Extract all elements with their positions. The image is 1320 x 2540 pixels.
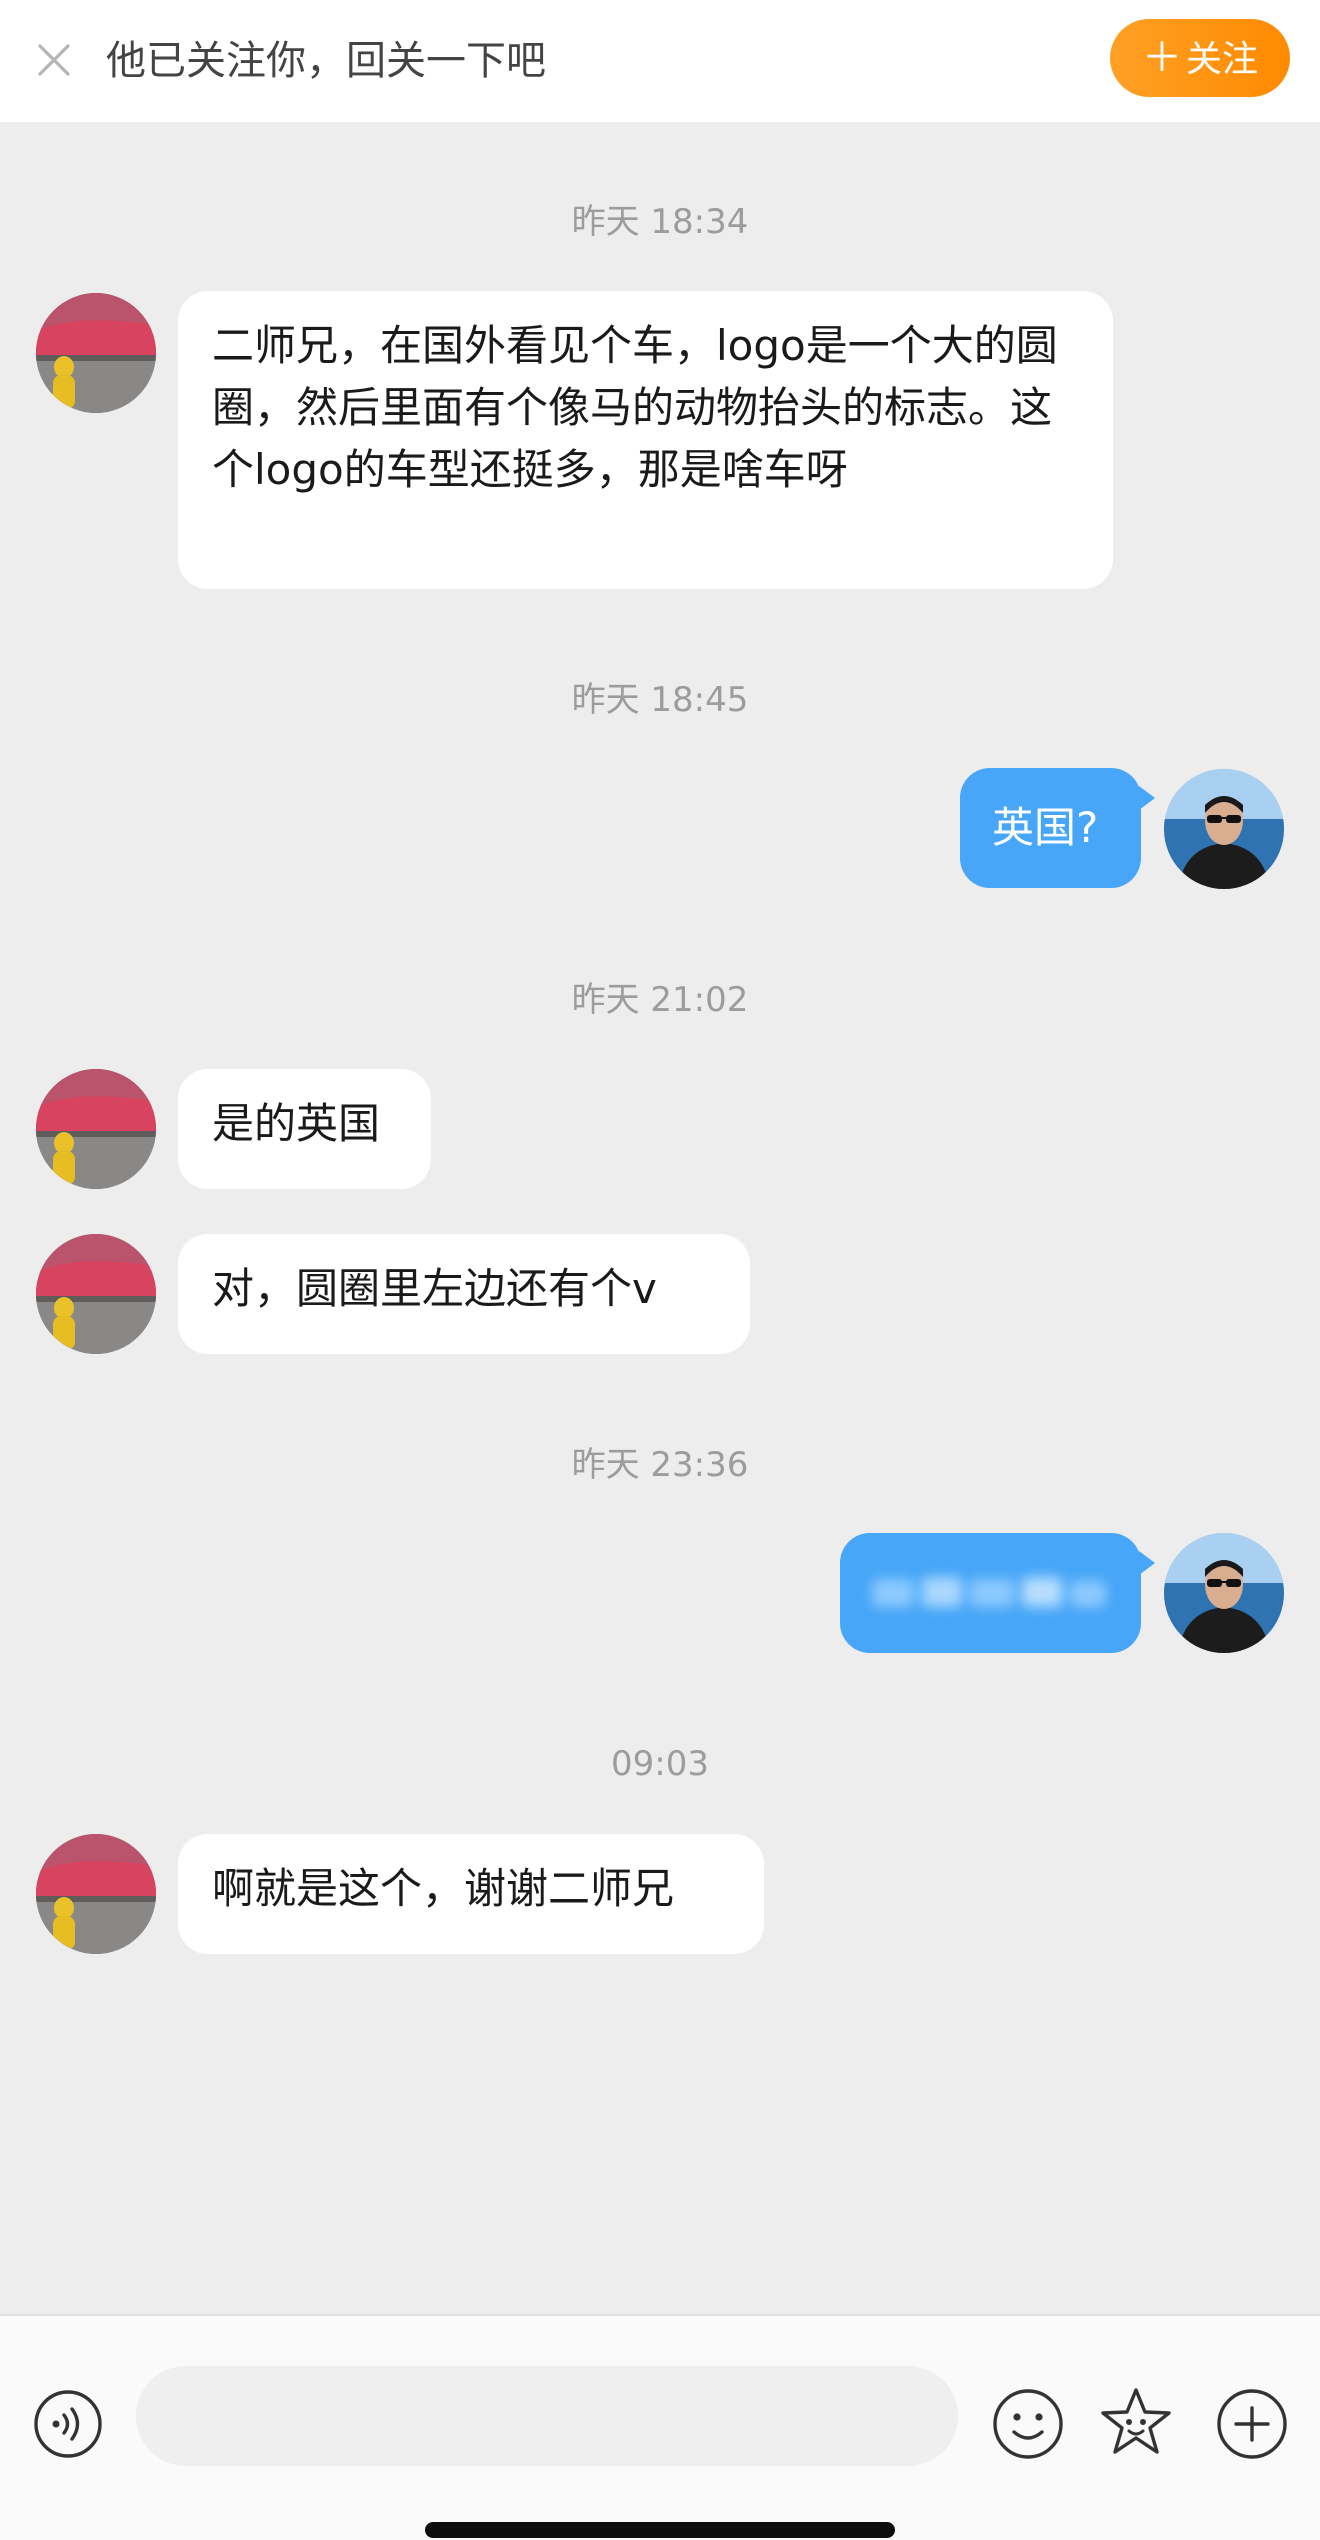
bubble-tail xyxy=(1139,786,1155,810)
sender-avatar[interactable] xyxy=(36,1234,156,1354)
message-input[interactable] xyxy=(136,2366,958,2466)
timestamp: 昨天 18:34 xyxy=(571,202,749,242)
follow-back-banner: 他已关注你，回关一下吧 ＋关注 xyxy=(0,0,1320,122)
message-text: 英国? xyxy=(992,803,1099,852)
incoming-message-bubble[interactable]: 是的英国 xyxy=(178,1069,431,1189)
follow-button-label: 关注 xyxy=(1185,39,1258,80)
close-icon[interactable] xyxy=(34,40,74,80)
plus-circle-icon[interactable] xyxy=(1214,2386,1290,2462)
sender-avatar[interactable] xyxy=(36,1834,156,1954)
timestamp: 昨天 21:02 xyxy=(571,980,749,1020)
sticker-icon[interactable] xyxy=(1096,2384,1176,2464)
emoji-icon[interactable] xyxy=(990,2386,1066,2462)
follow-button[interactable]: ＋关注 xyxy=(1110,19,1290,97)
outgoing-message-bubble[interactable] xyxy=(840,1533,1155,1653)
timestamp: 昨天 23:36 xyxy=(571,1445,749,1485)
home-indicator[interactable] xyxy=(425,2522,895,2538)
voice-icon[interactable] xyxy=(32,2388,104,2460)
chat-input-bar xyxy=(0,2314,1320,2540)
bubble-tail xyxy=(1139,1551,1155,1575)
plus-icon: ＋ xyxy=(1141,35,1182,81)
sender-avatar[interactable] xyxy=(36,293,156,413)
message-text: 是的英国 xyxy=(212,1099,381,1148)
incoming-message-bubble[interactable]: 二师兄，在国外看见个车，logo是一个大的圆圈，然后里面有个像马的动物抬头的标志… xyxy=(178,291,1113,589)
outgoing-message-bubble[interactable]: 英国? xyxy=(960,768,1155,888)
timestamp: 昨天 18:45 xyxy=(571,680,749,720)
message-text: 对，圆圈里左边还有个v xyxy=(212,1264,657,1313)
my-avatar[interactable] xyxy=(1164,1533,1284,1653)
message-text: 二师兄，在国外看见个车，logo是一个大的圆圈，然后里面有个像马的动物抬头的标志… xyxy=(212,321,1058,494)
redacted-text-blur xyxy=(872,1577,1106,1607)
my-avatar[interactable] xyxy=(1164,769,1284,889)
incoming-message-bubble[interactable]: 啊就是这个，谢谢二师兄 xyxy=(178,1834,764,1954)
timestamp: 09:03 xyxy=(611,1744,709,1784)
sender-avatar[interactable] xyxy=(36,1069,156,1189)
message-text: 啊就是这个，谢谢二师兄 xyxy=(212,1864,675,1913)
incoming-message-bubble[interactable]: 对，圆圈里左边还有个v xyxy=(178,1234,750,1354)
follow-back-text: 他已关注你，回关一下吧 xyxy=(106,38,546,84)
